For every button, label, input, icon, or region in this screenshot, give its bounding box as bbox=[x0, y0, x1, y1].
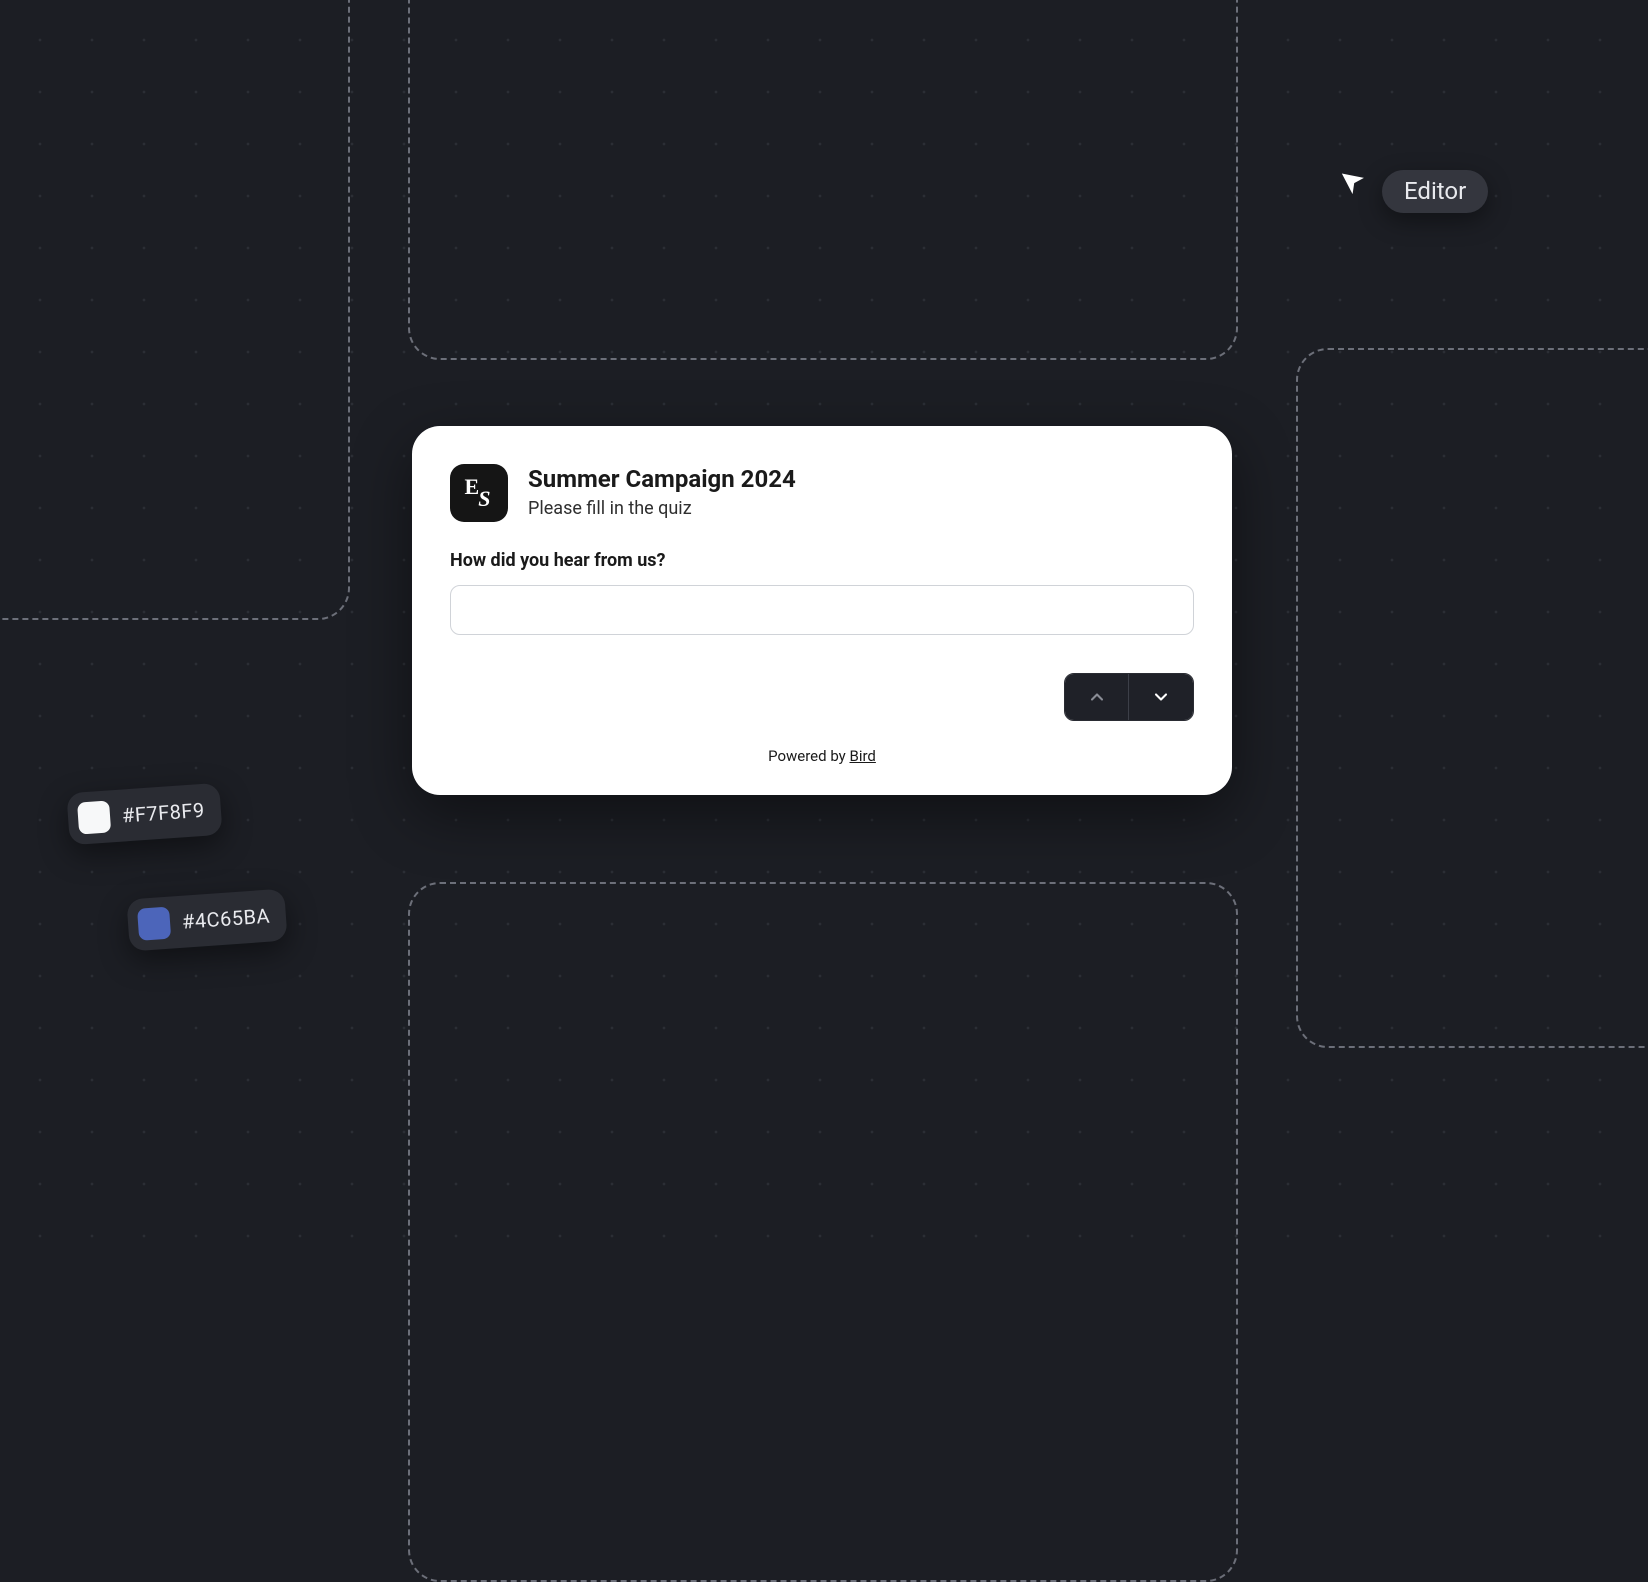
prev-step-button[interactable] bbox=[1065, 674, 1129, 720]
question-label: How did you hear from us? bbox=[450, 550, 1194, 571]
cursor-icon bbox=[1340, 168, 1368, 196]
dashed-frame-bottom bbox=[408, 882, 1238, 1582]
dashed-frame-right bbox=[1296, 348, 1648, 1048]
answer-input[interactable] bbox=[450, 585, 1194, 635]
card-header: ES Summer Campaign 2024 Please fill in t… bbox=[450, 464, 1194, 522]
card-subtitle: Please fill in the quiz bbox=[528, 498, 796, 519]
brand-logo: ES bbox=[450, 464, 508, 522]
color-swatch-hex: #4C65BA bbox=[181, 904, 271, 934]
powered-by-prefix: Powered by bbox=[768, 747, 849, 765]
next-step-button[interactable] bbox=[1129, 674, 1193, 720]
powered-by-link[interactable]: Bird bbox=[849, 747, 875, 765]
chevron-down-icon bbox=[1151, 687, 1171, 707]
dashed-frame-left bbox=[0, 0, 350, 620]
collaborator-cursor: Editor bbox=[1340, 170, 1488, 213]
card-title: Summer Campaign 2024 bbox=[528, 464, 796, 494]
collaborator-label: Editor bbox=[1382, 170, 1488, 213]
dashed-frame-top bbox=[408, 0, 1238, 360]
color-swatch-hex: #F7F8F9 bbox=[121, 798, 205, 828]
quiz-card: ES Summer Campaign 2024 Please fill in t… bbox=[412, 426, 1232, 795]
color-swatch-icon bbox=[77, 800, 111, 834]
chevron-up-icon bbox=[1087, 687, 1107, 707]
step-nav-group bbox=[1064, 673, 1194, 721]
color-swatch-chip[interactable]: #F7F8F9 bbox=[66, 783, 222, 846]
color-swatch-icon bbox=[137, 907, 171, 941]
color-swatch-chip[interactable]: #4C65BA bbox=[126, 889, 287, 952]
powered-by: Powered by Bird bbox=[450, 747, 1194, 765]
